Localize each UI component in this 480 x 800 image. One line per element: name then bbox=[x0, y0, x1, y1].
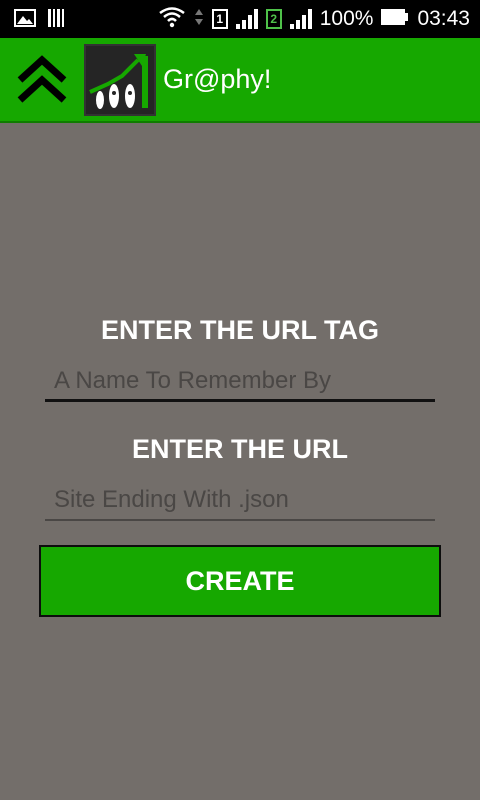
signal-icon bbox=[235, 9, 258, 29]
app-logo bbox=[84, 44, 156, 116]
sim2-icon: 2 bbox=[265, 9, 282, 29]
signal-icon bbox=[289, 9, 312, 29]
sim1-icon: 1 bbox=[211, 9, 228, 29]
url-tag-label: ENTER THE URL TAG bbox=[100, 315, 379, 345]
double-chevron-up-icon bbox=[14, 55, 70, 110]
clock: 03:43 bbox=[417, 7, 470, 30]
data-arrows-icon bbox=[194, 6, 204, 33]
rockets-chart-app-icon bbox=[86, 46, 154, 118]
notification-icons bbox=[14, 8, 66, 33]
up-button[interactable] bbox=[14, 54, 70, 106]
barcode-icon bbox=[48, 8, 66, 33]
url-label: ENTER THE URL bbox=[132, 434, 348, 464]
url-tag-input[interactable] bbox=[45, 362, 435, 402]
app-title: Gr@phy! bbox=[163, 64, 272, 94]
system-indicators: 1 2 100% 03:43 bbox=[158, 6, 470, 32]
app-bar: Gr@phy! bbox=[0, 38, 480, 123]
create-button[interactable]: CREATE bbox=[39, 545, 441, 617]
battery-percent: 100% bbox=[319, 7, 374, 30]
status-bar: 1 2 100% 03:43 bbox=[0, 0, 480, 38]
wifi-icon bbox=[158, 6, 186, 33]
gallery-icon bbox=[14, 8, 36, 33]
url-input[interactable] bbox=[45, 481, 435, 521]
battery-icon bbox=[381, 8, 409, 31]
